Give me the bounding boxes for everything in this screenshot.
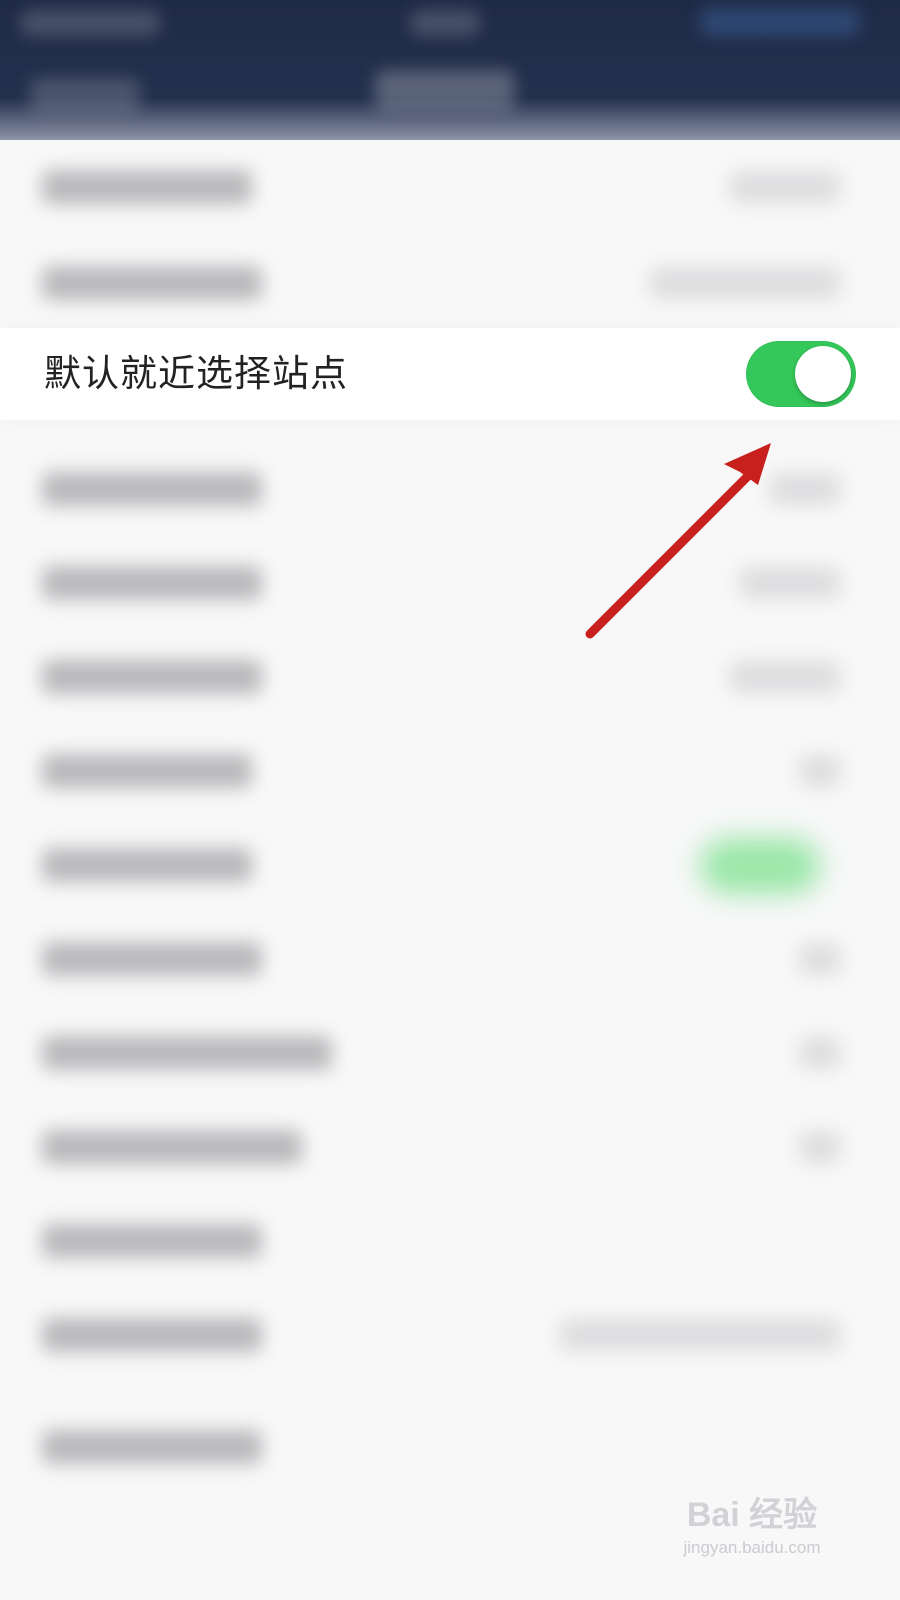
blurred-header xyxy=(0,0,900,140)
blurred-row xyxy=(0,536,900,632)
nearest-station-setting-label: 默认就近选择站点 xyxy=(44,352,348,395)
baidu-jingyan-watermark: Bai 经验 jingyan.baidu.com xyxy=(652,1487,852,1558)
blurred-row xyxy=(0,1400,900,1496)
watermark-logo: Bai 经验 xyxy=(686,1496,818,1534)
watermark-url: jingyan.baidu.com xyxy=(683,1538,821,1557)
nearest-station-toggle[interactable] xyxy=(746,341,856,407)
blurred-row xyxy=(0,912,900,1008)
blurred-row xyxy=(0,140,900,236)
blurred-row xyxy=(0,1194,900,1290)
settings-screen: 默认就近选择站点 Bai 经验 jingyan.baidu.com xyxy=(0,0,900,1600)
blurred-row xyxy=(0,630,900,726)
blurred-row xyxy=(0,1100,900,1196)
toggle-knob xyxy=(795,346,851,402)
nearest-station-setting-row: 默认就近选择站点 xyxy=(0,328,900,420)
blurred-row xyxy=(0,236,900,332)
blurred-row xyxy=(0,818,900,914)
blurred-row xyxy=(0,1006,900,1102)
blurred-row xyxy=(0,442,900,538)
blurred-row xyxy=(0,724,900,820)
blurred-row xyxy=(0,1288,900,1384)
